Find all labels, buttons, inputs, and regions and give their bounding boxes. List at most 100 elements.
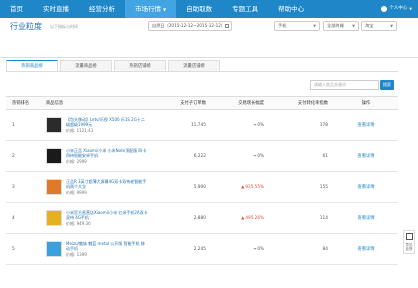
growth-cell: ▲495.26% [210,215,270,221]
growth-text: 0% [257,246,264,251]
date-range-picker[interactable]: 自然日（2015-12-12~2015-12-12） [148,21,232,31]
chevron-down-icon: ▼ [390,24,393,28]
product-price: 价格: 1121.43 [66,127,94,133]
product-thumbnail[interactable] [46,148,62,164]
product-price: 价格: 2999 [66,158,87,164]
product-thumbnail[interactable] [46,117,62,133]
growth-value: ▲935.55% [241,184,264,189]
product-name-link[interactable]: 正品R 3英寸超薄大屏幕4G双卡双待老智能手机两个大全 [66,179,148,189]
table-body: 1 【包头移动】Letv/乐视 X500 乐1S 2G十二级超级1999元 价格… [6,110,398,265]
table-row: 1 【包头移动】Letv/乐视 X500 乐1S 2G十二级超级1999元 价格… [6,110,398,141]
orders-cell: 5,900 [193,184,206,190]
page-title: 行业粒度 [10,22,42,31]
nav-item-live[interactable]: 实时直播 [33,0,79,18]
view-details-link[interactable]: 查看详情 [357,185,374,190]
product-name-link[interactable]: 【包头移动】Letv/乐视 X500 乐1S 2G十二级超级1999元 [66,117,148,127]
nav-item-market[interactable]: 市场行情 ▼ [125,0,177,18]
nav-item-analysis[interactable]: 经营分析 [79,0,125,18]
conversion-cell: 114 [319,215,328,221]
platform-select[interactable]: 淘宝 ▼ [361,21,397,31]
device-select[interactable]: 手机 ▼ [274,21,320,31]
calendar-icon [225,24,229,28]
product-name-link[interactable]: 小米正品 Xiaomi/小米 小米Note顶配版 四卡四待智能安卓手机 [66,148,148,158]
col-growth[interactable]: 交易增长幅度 [210,100,270,106]
nav-item-self-service[interactable]: 自助取数 [176,0,222,18]
nav-item-home[interactable]: 首页 [0,0,33,18]
product-name-link[interactable]: 小米官方直营店Xiaomi/小米 红米手机2A双卡双待 4G手机 [66,210,148,220]
ranking-tabs: 热销商品榜 流量商品榜 热销店铺榜 流量店铺榜 [6,60,222,71]
trend-arrow-icon: ▲ [241,184,245,189]
orders-cell: 2,880 [193,215,206,221]
product-info: 小米正品 Xiaomi/小米 小米Note顶配版 四卡四待智能安卓手机 价格: … [66,148,148,165]
product-info: 正品R 3英寸超薄大屏幕4G双卡双待老智能手机两个大全 价格: 9999 [66,179,148,196]
feedback-float[interactable]: 意见反馈 [403,230,415,254]
page-subtitle: 以下指标与时间 [50,23,78,29]
conversion-cell: 155 [319,184,328,190]
action-cell: 查看详情 [334,153,398,159]
nav-item-tools[interactable]: 专题工具 [222,0,268,18]
product-cell: 小米官方直营店Xiaomi/小米 红米手机2A双卡双待 4G手机 价格: 949… [46,210,154,227]
growth-text: 0% [257,153,264,158]
search-input[interactable]: 请输入商品关键词 [310,80,379,90]
view-details-link[interactable]: 查看详情 [357,247,374,252]
date-range-value: 自然日（2015-12-12~2015-12-12） [152,23,226,28]
tab-hot-products[interactable]: 热销商品榜 [6,60,58,71]
conversion-cell: 61 [322,153,328,159]
product-price: 价格: 1399 [66,251,87,257]
product-info: 【包头移动】Letv/乐视 X500 乐1S 2G十二级超级1999元 价格: … [66,117,148,134]
terminal-select-value: 全部终端 [327,23,344,28]
ranking-table: 热销排名 商品信息 支付子订单数 交易增长幅度 支付转化率指数 操作 1 【包头… [6,96,398,265]
user-menu[interactable]: 个人中心 ▼ [381,0,412,18]
trend-arrow-icon: → [252,246,257,251]
trend-arrow-icon: ▲ [241,215,245,220]
growth-text: 495.26% [245,215,264,220]
view-details-link[interactable]: 查看详情 [357,154,374,159]
qr-icon [405,233,413,240]
orders-cell: 6,222 [193,153,206,159]
device-select-value: 手机 [278,23,287,28]
product-name-link[interactable]: Meizu/魅族 魅蓝 metal 公开版 智能手机 移动手机 [66,241,148,251]
product-price: 价格: 949.36 [66,220,91,226]
product-info: 小米官方直营店Xiaomi/小米 红米手机2A双卡双待 4G手机 价格: 949… [66,210,148,227]
growth-value: →0% [253,122,264,127]
col-orders[interactable]: 支付子订单数 [154,100,210,106]
product-cell: 【包头移动】Letv/乐视 X500 乐1S 2G十二级超级1999元 价格: … [46,117,154,134]
tab-hot-shops[interactable]: 热销店铺榜 [114,60,166,71]
trend-arrow-icon: → [252,122,257,127]
nav-item-market-label: 市场行情 [135,5,161,13]
growth-value: →0% [253,153,264,158]
rank-cell: 5 [12,246,15,252]
growth-cell: →0% [210,246,270,252]
growth-cell: ▲935.55% [210,184,270,190]
col-conversion[interactable]: 支付转化率指数 [270,100,334,106]
search-button[interactable]: 搜索 [380,80,394,90]
tab-divider [6,71,398,72]
tab-traffic-shops[interactable]: 流量店铺榜 [168,60,220,71]
col-product: 商品信息 [46,101,64,106]
tab-traffic-products[interactable]: 流量商品榜 [60,60,112,71]
table-header: 热销排名 商品信息 支付子订单数 交易增长幅度 支付转化率指数 操作 [6,96,398,110]
chevron-down-icon: ▼ [313,24,316,28]
view-details-link[interactable]: 查看详情 [357,123,374,128]
conversion-cell: 84 [322,246,328,252]
action-cell: 查看详情 [334,122,398,128]
growth-text: 0% [257,122,264,127]
product-thumbnail[interactable] [46,210,62,226]
view-details-link[interactable]: 查看详情 [357,216,374,221]
product-price: 价格: 9999 [66,189,87,195]
orders-cell: 11,745 [190,122,206,128]
terminal-select[interactable]: 全部终端 ▼ [323,21,359,31]
nav-item-help[interactable]: 帮助中心 [268,0,314,18]
product-thumbnail[interactable] [46,241,62,257]
trend-arrow-icon: → [252,153,257,158]
table-row: 5 Meizu/魅族 魅蓝 metal 公开版 智能手机 移动手机 价格: 13… [6,234,398,265]
top-nav: 首页 实时直播 经营分析 市场行情 ▼ 自助取数 专题工具 帮助中心 个人中心 ▼ [0,0,418,18]
product-thumbnail[interactable] [46,179,62,195]
growth-value: →0% [253,246,264,251]
chevron-down-icon: ▼ [352,24,355,28]
col-rank: 热销排名 [12,101,30,106]
chevron-down-icon: ▼ [409,7,412,11]
user-label: 个人中心 [389,6,408,11]
product-cell: Meizu/魅族 魅蓝 metal 公开版 智能手机 移动手机 价格: 1399 [46,241,154,258]
product-cell: 小米正品 Xiaomi/小米 小米Note顶配版 四卡四待智能安卓手机 价格: … [46,148,154,165]
